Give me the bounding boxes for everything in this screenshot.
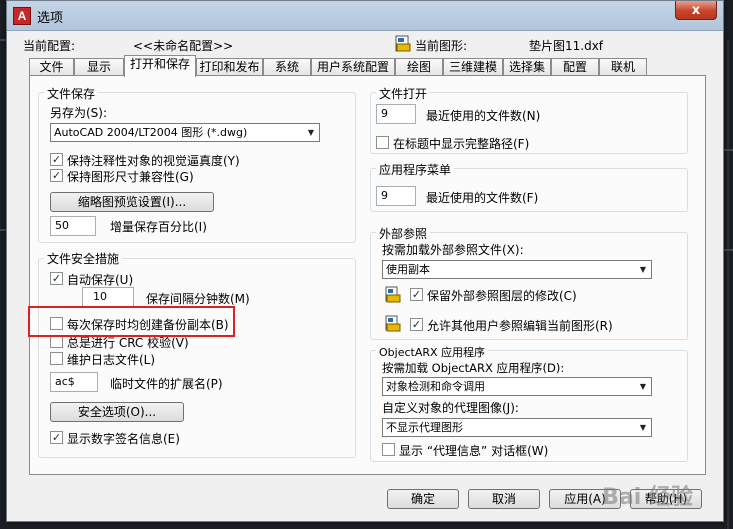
tab-plot-and-publish[interactable]: 打印和发布 bbox=[196, 58, 263, 76]
save-as-dropdown[interactable]: AutoCAD 2004/LT2004 图形 (*.dwg) ▼ bbox=[50, 123, 320, 142]
proxy-images-dropdown[interactable]: 不显示代理图形 ▼ bbox=[382, 418, 652, 437]
app-menu-recent-input[interactable]: 9 bbox=[376, 186, 416, 206]
tab-user-preferences[interactable]: 用户系统配置 bbox=[311, 58, 395, 76]
ok-button[interactable]: 确定 bbox=[387, 489, 459, 509]
watermark: Bai 经验 bbox=[602, 485, 693, 510]
allow-xref-edit-checkbox[interactable]: ✓ bbox=[410, 318, 423, 331]
highlight-box bbox=[28, 306, 235, 337]
tab-system[interactable]: 系统 bbox=[263, 58, 311, 76]
arx-demand-load-dropdown[interactable]: 对象检测和命令调用 ▼ bbox=[382, 377, 652, 396]
retain-xref-layer-checkbox[interactable]: ✓ bbox=[410, 288, 423, 301]
tab-online[interactable]: 联机 bbox=[599, 58, 647, 76]
keep-visual-fidelity-label: 保持注释性对象的视觉逼真度(Y) bbox=[67, 154, 240, 168]
proxy-dialog-checkbox[interactable] bbox=[382, 443, 395, 456]
keep-drawing-size-checkbox[interactable]: ✓ bbox=[50, 169, 63, 182]
xref-demand-load-label: 按需加载外部参照文件(X): bbox=[382, 243, 524, 257]
security-options-button[interactable]: 安全选项(O)... bbox=[50, 402, 184, 422]
tab-files[interactable]: 文件 bbox=[29, 58, 74, 76]
arx-demand-load-label: 按需加载 ObjectARX 应用程序(D): bbox=[382, 361, 565, 375]
xref-demand-load-value: 使用副本 bbox=[386, 263, 430, 276]
keep-visual-fidelity-checkbox[interactable]: ✓ bbox=[50, 153, 63, 166]
xref-demand-load-dropdown[interactable]: 使用副本 ▼ bbox=[382, 260, 652, 279]
log-file-label: 维护日志文件(L) bbox=[67, 353, 156, 367]
autosave-label: 自动保存(U) bbox=[67, 273, 134, 287]
autosave-checkbox[interactable]: ✓ bbox=[50, 272, 63, 285]
proxy-images-label: 自定义对象的代理图像(J): bbox=[382, 401, 519, 415]
incremental-save-input[interactable]: 50 bbox=[50, 216, 96, 236]
save-as-value: AutoCAD 2004/LT2004 图形 (*.dwg) bbox=[54, 126, 248, 139]
file-save-title: 文件保存 bbox=[44, 85, 99, 102]
cancel-button[interactable]: 取消 bbox=[468, 489, 540, 509]
xref-edit-icon bbox=[385, 315, 401, 332]
recent-files-label: 最近使用的文件数(N) bbox=[426, 109, 541, 123]
log-file-checkbox[interactable] bbox=[50, 352, 63, 365]
window-title: 选项 bbox=[37, 11, 64, 26]
tab-profiles[interactable]: 配置 bbox=[551, 58, 599, 76]
tab-3d-modeling[interactable]: 三维建模 bbox=[443, 58, 503, 76]
proxy-images-value: 不显示代理图形 bbox=[386, 421, 463, 434]
full-path-checkbox[interactable] bbox=[376, 136, 389, 149]
tab-open-and-save[interactable]: 打开和保存 bbox=[124, 55, 196, 77]
recent-files-input[interactable]: 9 bbox=[376, 104, 416, 124]
allow-xref-edit-label: 允许其他用户参照编辑当前图形(R) bbox=[427, 319, 613, 333]
current-drawing-value: 垫片图11.dxf bbox=[529, 39, 604, 53]
options-dialog: A 选项 x 当前配置: <<未命名配置>> 当前图形: 垫片图11.dxf 文… bbox=[6, 0, 724, 522]
digital-signature-label: 显示数字签名信息(E) bbox=[67, 432, 180, 446]
tab-selection[interactable]: 选择集 bbox=[503, 58, 551, 76]
objectarx-title: ObjectARX 应用程序 bbox=[376, 344, 489, 360]
thumbnail-settings-button[interactable]: 缩略图预览设置(I)... bbox=[50, 192, 214, 212]
open-and-save-panel: 文件保存 另存为(S): AutoCAD 2004/LT2004 图形 (*.d… bbox=[29, 75, 706, 475]
arx-demand-load-value: 对象检测和命令调用 bbox=[386, 380, 485, 393]
temp-extension-label: 临时文件的扩展名(P) bbox=[110, 377, 223, 391]
autosave-minutes-input[interactable]: 10 bbox=[82, 287, 134, 307]
xref-layer-icon bbox=[385, 286, 401, 303]
app-menu-recent-label: 最近使用的文件数(F) bbox=[426, 191, 539, 205]
file-safety-title: 文件安全措施 bbox=[44, 250, 123, 267]
autosave-minutes-label: 保存间隔分钟数(M) bbox=[146, 292, 250, 306]
close-button[interactable]: x bbox=[675, 1, 717, 20]
chevron-down-icon: ▼ bbox=[307, 128, 315, 137]
file-open-title: 文件打开 bbox=[376, 85, 431, 102]
incremental-save-label: 增量保存百分比(I) bbox=[110, 220, 207, 234]
current-profile-label: 当前配置: bbox=[23, 39, 76, 53]
temp-extension-input[interactable]: ac$ bbox=[50, 372, 98, 392]
xref-title: 外部参照 bbox=[376, 225, 431, 242]
full-path-label: 在标题中显示完整路径(F) bbox=[393, 137, 530, 151]
digital-signature-checkbox[interactable]: ✓ bbox=[50, 431, 63, 444]
drawing-icon bbox=[395, 35, 411, 52]
current-drawing-label: 当前图形: bbox=[415, 39, 468, 53]
keep-drawing-size-label: 保持图形尺寸兼容性(G) bbox=[67, 170, 194, 184]
current-profile-value: <<未命名配置>> bbox=[133, 39, 234, 53]
chevron-down-icon: ▼ bbox=[639, 423, 647, 432]
save-as-label: 另存为(S): bbox=[50, 106, 108, 120]
tab-drafting[interactable]: 绘图 bbox=[395, 58, 443, 76]
proxy-dialog-label: 显示 “代理信息” 对话框(W) bbox=[399, 444, 549, 458]
retain-xref-layer-label: 保留外部参照图层的修改(C) bbox=[427, 289, 577, 303]
app-menu-title: 应用程序菜单 bbox=[376, 161, 455, 178]
autocad-app-icon: A bbox=[13, 7, 31, 25]
chevron-down-icon: ▼ bbox=[639, 382, 647, 391]
tab-display[interactable]: 显示 bbox=[74, 58, 124, 76]
chevron-down-icon: ▼ bbox=[639, 265, 647, 274]
title-bar[interactable]: A 选项 x bbox=[7, 1, 723, 31]
